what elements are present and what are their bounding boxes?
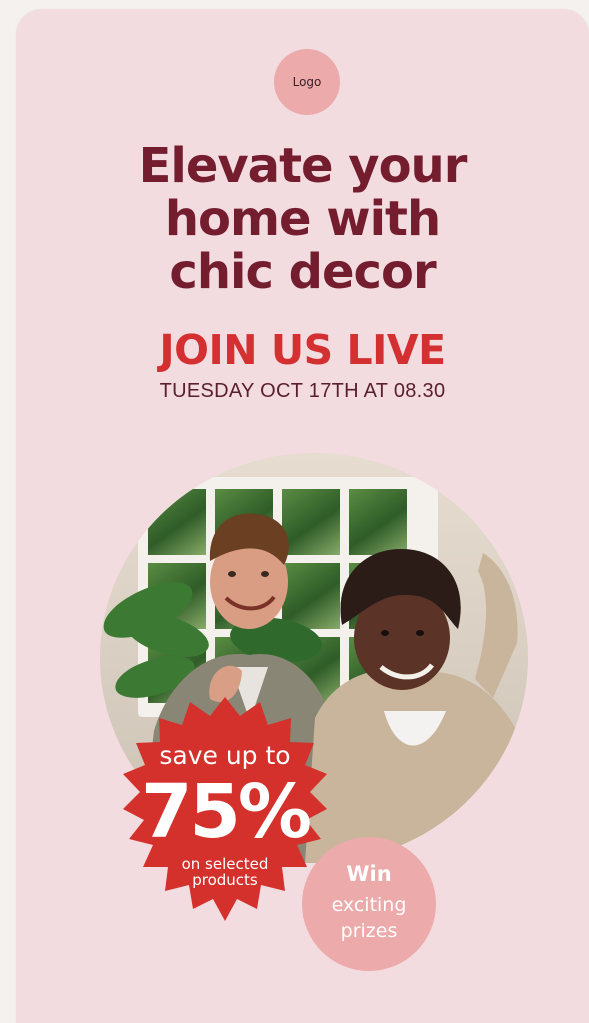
headline-line-1: Elevate your [138,138,468,194]
event-date: TUESDAY OCT 17TH AT 08.30 [159,380,446,402]
event-title: JOIN US LIVE [159,326,446,374]
discount-percent: 75% [140,769,312,855]
logo-badge: Logo [274,49,340,115]
prize-bubble: Win exciting prizes [302,837,436,971]
prize-text-line-1: exciting [331,894,407,916]
discount-line-1: save up to [159,741,291,770]
promo-card: Logo Elevate your home with chic decor J… [16,9,589,1023]
logo-label: Logo [292,75,322,89]
prize-text-line-2: prizes [340,920,398,942]
headline-line-2: home with [164,191,441,247]
prize-title: Win [346,862,392,886]
prize-text: exciting prizes [302,892,436,944]
headline: Elevate your home with chic decor [16,140,589,299]
headline-line-3: chic decor [169,244,436,300]
